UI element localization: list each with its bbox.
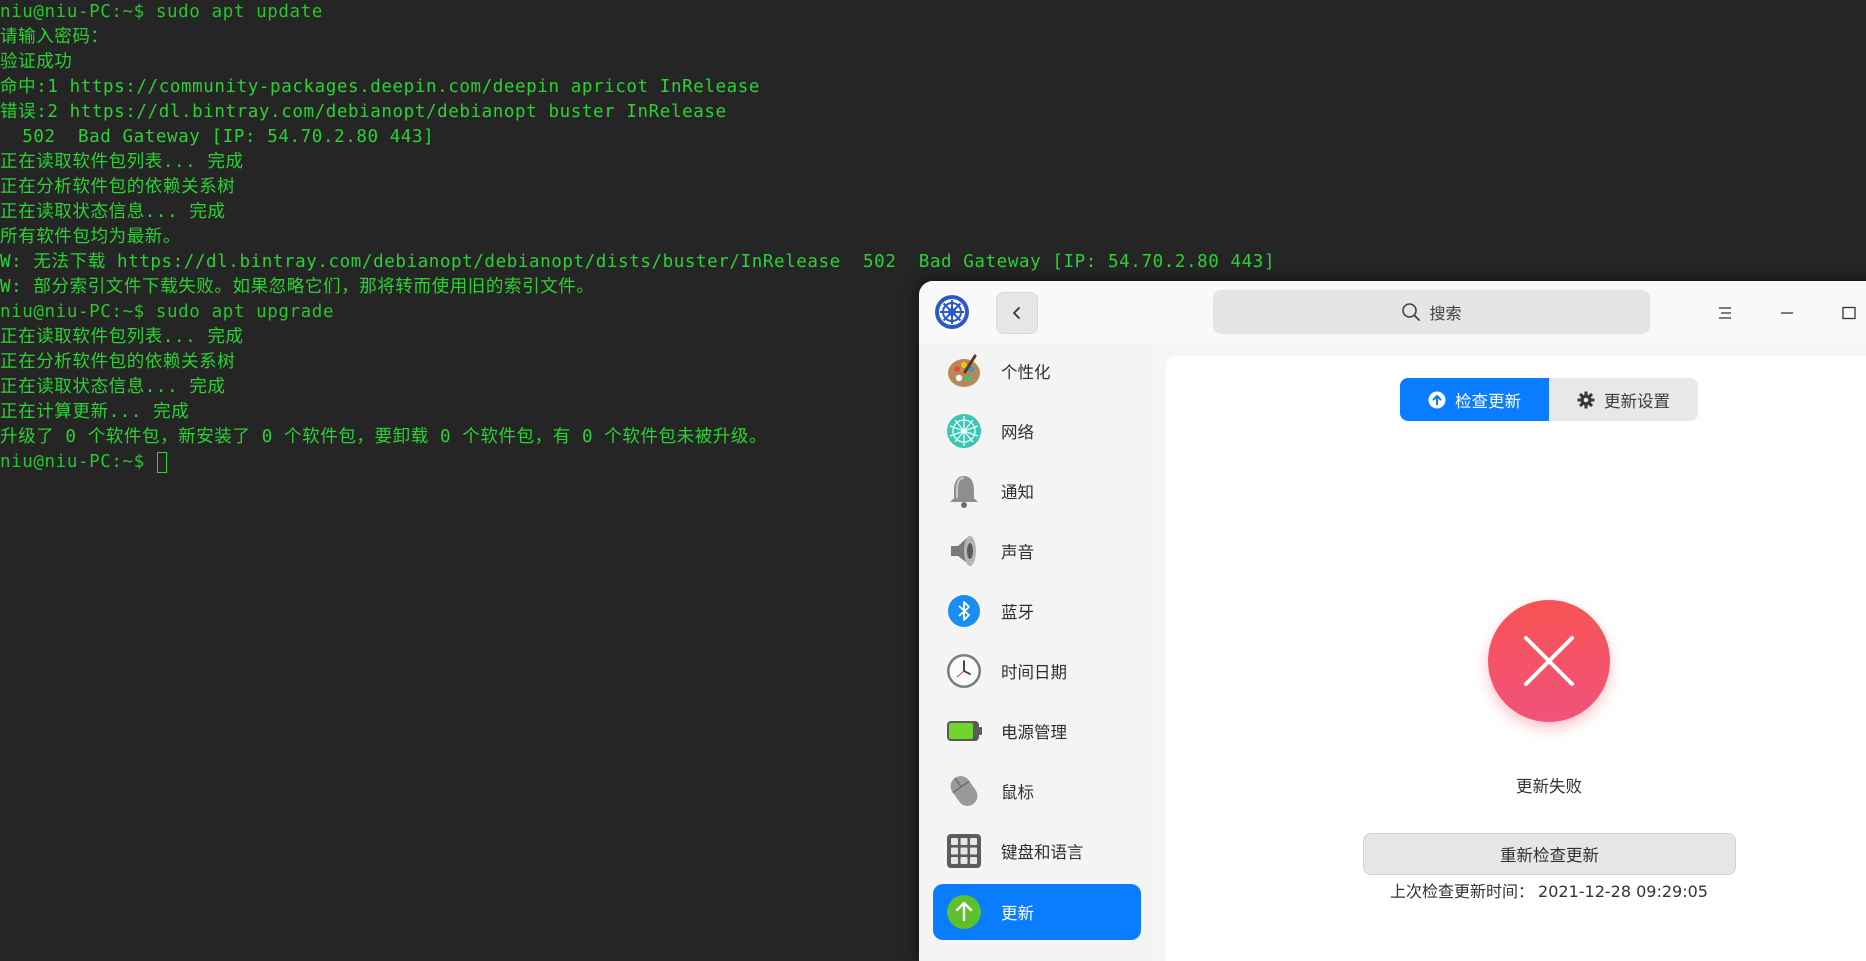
sidebar-item-label: 电源管理 xyxy=(1001,723,1067,742)
terminal-line: 命中:1 https://community-packages.deepin.c… xyxy=(0,77,761,97)
back-button[interactable] xyxy=(996,292,1038,334)
sidebar-item-mouse[interactable]: 鼠标 xyxy=(933,763,1141,819)
terminal-line: 正在分析软件包的依赖关系树 xyxy=(0,352,236,372)
minimize-button[interactable] xyxy=(1769,295,1805,331)
terminal-line: 正在读取软件包列表... 完成 xyxy=(0,152,244,172)
sidebar: 个性化 网络 通知 声音 蓝牙 时间日期 电源管理 鼠标 键盘和语言 更新 xyxy=(919,343,1155,961)
search-icon xyxy=(1402,303,1421,321)
terminal-line: 正在读取状态信息... 完成 xyxy=(0,377,226,397)
control-center-logo-icon xyxy=(934,294,970,330)
tab-label: 检查更新 xyxy=(1455,391,1521,411)
clock-icon xyxy=(945,652,983,690)
sidebar-item-label: 蓝牙 xyxy=(1001,603,1034,622)
search-input[interactable]: 搜索 xyxy=(1213,290,1650,334)
terminal-line: 502 Bad Gateway [IP: 54.70.2.80 443] xyxy=(0,127,435,147)
tab-check-update[interactable]: 检查更新 xyxy=(1400,378,1549,421)
error-x-icon xyxy=(1488,600,1610,722)
update-status-message: 更新失败 xyxy=(1516,777,1582,796)
sidebar-item-label: 更新 xyxy=(1001,904,1034,923)
terminal-line: 请输入密码： xyxy=(0,27,109,47)
sidebar-item-datetime[interactable]: 时间日期 xyxy=(933,643,1141,699)
minimize-icon xyxy=(1781,312,1793,314)
terminal-line: 正在读取状态信息... 完成 xyxy=(0,202,226,222)
terminal-line: 正在分析软件包的依赖关系树 xyxy=(0,177,236,197)
menu-icon xyxy=(1719,307,1731,319)
keyboard-icon xyxy=(945,832,983,870)
terminal-line: niu@niu-PC:~$ sudo apt update xyxy=(0,2,323,22)
sidebar-item-sound[interactable]: 声音 xyxy=(933,523,1141,579)
sidebar-item-network[interactable]: 网络 xyxy=(933,403,1141,459)
chevron-left-icon xyxy=(1013,307,1020,319)
battery-icon xyxy=(945,712,983,750)
titlebar: 搜索 xyxy=(919,281,1866,343)
gear-icon xyxy=(1577,391,1595,408)
bell-icon xyxy=(945,472,983,510)
terminal-line: 验证成功 xyxy=(0,52,73,72)
sidebar-item-label: 个性化 xyxy=(1001,363,1051,382)
mouse-icon xyxy=(945,772,983,810)
network-icon xyxy=(945,412,983,450)
personalization-icon xyxy=(945,352,983,390)
tab-label: 更新设置 xyxy=(1604,391,1670,411)
menu-button[interactable] xyxy=(1707,295,1743,331)
last-check-label: 上次检查更新时间： xyxy=(1390,882,1535,901)
sidebar-item-update[interactable]: 更新 xyxy=(933,884,1141,940)
sidebar-item-label: 网络 xyxy=(1001,423,1034,442)
tab-update-settings[interactable]: 更新设置 xyxy=(1549,378,1698,421)
sidebar-item-power[interactable]: 电源管理 xyxy=(933,703,1141,759)
control-center-window: 搜索 个性化 网络 通知 声音 蓝牙 时间日期 电源管理 鼠标 键盘和语言 更新… xyxy=(919,281,1866,961)
terminal-line: 升级了 0 个软件包，新安装了 0 个软件包，要卸载 0 个软件包，有 0 个软… xyxy=(0,427,768,447)
upload-circle-icon xyxy=(1428,391,1446,408)
update-content-panel: 检查更新 更新设置 更新失败 重新检查更新 上次检查更新时间： 2021-12-… xyxy=(1166,356,1866,961)
maximize-icon xyxy=(1842,306,1856,320)
last-check-time: 2021-12-28 09:29:05 xyxy=(1538,882,1708,901)
bluetooth-icon xyxy=(945,592,983,630)
last-check-info: 上次检查更新时间： 2021-12-28 09:29:05 xyxy=(1166,878,1866,902)
update-arrow-icon xyxy=(945,893,983,931)
terminal-line: W: 部分索引文件下载失败。如果忽略它们，那将转而使用旧的索引文件。 xyxy=(0,277,595,297)
terminal-line: 所有软件包均为最新。 xyxy=(0,227,181,247)
speaker-icon xyxy=(945,532,983,570)
terminal-line: 正在计算更新... 完成 xyxy=(0,402,190,422)
sidebar-item-bluetooth[interactable]: 蓝牙 xyxy=(933,583,1141,639)
button-label: 重新检查更新 xyxy=(1500,846,1599,865)
terminal-cursor xyxy=(157,452,167,473)
terminal-prompt: niu@niu-PC:~$ xyxy=(0,452,156,472)
sidebar-item-label: 通知 xyxy=(1001,483,1034,502)
update-tabs: 检查更新 更新设置 xyxy=(1400,378,1698,421)
sidebar-item-label: 键盘和语言 xyxy=(1001,843,1084,862)
terminal-line: 正在读取软件包列表... 完成 xyxy=(0,327,244,347)
terminal-line: 错误:2 https://dl.bintray.com/debianopt/de… xyxy=(0,102,727,122)
sidebar-item-label: 鼠标 xyxy=(1001,783,1034,802)
maximize-button[interactable] xyxy=(1831,295,1866,331)
sidebar-item-keyboard[interactable]: 键盘和语言 xyxy=(933,823,1141,879)
search-placeholder: 搜索 xyxy=(1429,304,1462,323)
terminal-line: niu@niu-PC:~$ sudo apt upgrade xyxy=(0,302,335,322)
sidebar-item-label: 声音 xyxy=(1001,543,1034,562)
recheck-update-button[interactable]: 重新检查更新 xyxy=(1363,833,1736,875)
terminal-line: W: 无法下载 https://dl.bintray.com/debianopt… xyxy=(0,252,1276,272)
sidebar-item-label: 时间日期 xyxy=(1001,663,1067,682)
sidebar-item-personalization[interactable]: 个性化 xyxy=(933,343,1141,399)
sidebar-item-notification[interactable]: 通知 xyxy=(933,463,1141,519)
